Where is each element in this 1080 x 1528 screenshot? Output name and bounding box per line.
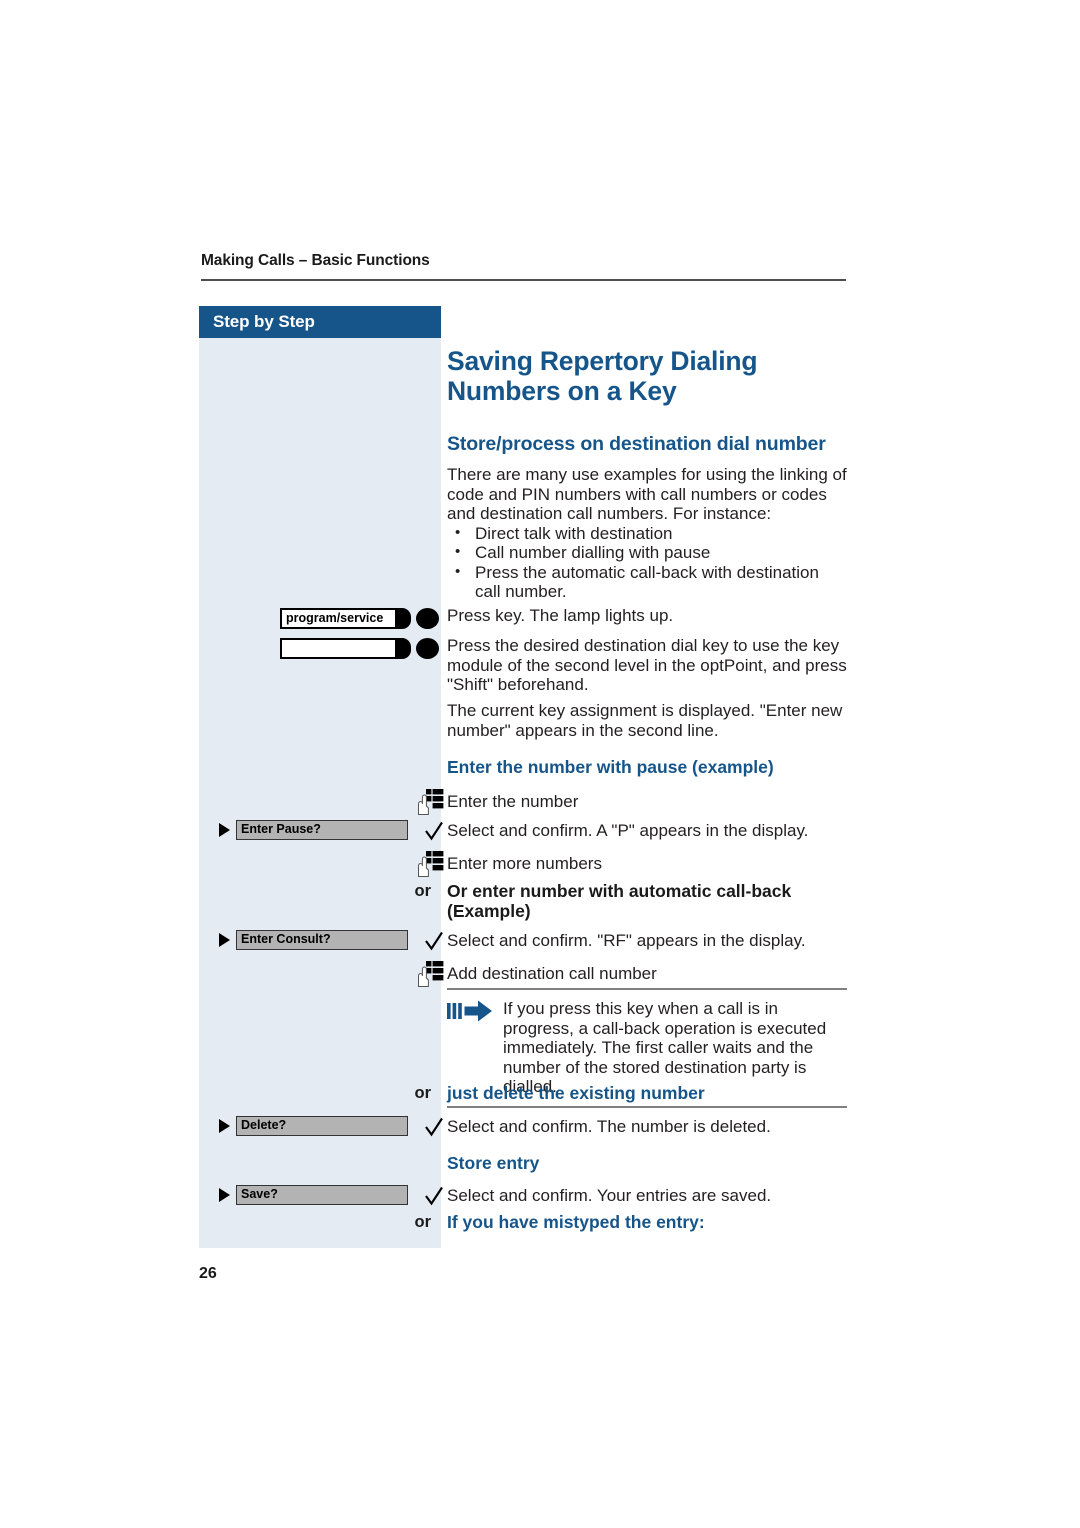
note-text: If you press this key when a call is in … bbox=[503, 999, 827, 1096]
intro-paragraph: There are many use examples for using th… bbox=[447, 465, 847, 523]
section-heading-text: Or enter number with automatic call-back… bbox=[447, 881, 792, 921]
note-bottom-rule bbox=[447, 1105, 847, 1108]
step-text: Select and confirm. Your entries are sav… bbox=[447, 1186, 772, 1205]
step-text: Press key. The lamp lights up. bbox=[447, 606, 674, 625]
keypad-hand-icon bbox=[415, 788, 445, 818]
page-number: 26 bbox=[199, 1265, 217, 1282]
step-text: Enter more numbers bbox=[447, 854, 602, 873]
keypad-hand-icon bbox=[415, 850, 445, 880]
list-item: Direct talk with destination bbox=[447, 523, 847, 544]
step-text: Press the desired destination dial key t… bbox=[447, 636, 847, 694]
key-tab-icon bbox=[395, 638, 411, 659]
triangle-right-icon bbox=[219, 823, 230, 837]
key-lamp-icon bbox=[416, 638, 439, 659]
list-item: Call number dialling with pause bbox=[447, 542, 847, 563]
step-icon-cell bbox=[395, 820, 445, 844]
step-by-step-header: Step by Step bbox=[199, 306, 441, 338]
keypad-hand-icon bbox=[415, 960, 445, 990]
step-text: Select and confirm. The number is delete… bbox=[447, 1117, 771, 1136]
note-arrow-icon bbox=[447, 998, 495, 1024]
section-heading-text: just delete the existing number bbox=[447, 1083, 705, 1103]
step-icon-cell bbox=[395, 960, 445, 990]
checkmark-icon[interactable] bbox=[423, 820, 445, 844]
menu-option-label: Save? bbox=[236, 1185, 408, 1205]
step-text: Enter the number bbox=[447, 792, 579, 811]
menu-option-label: Enter Consult? bbox=[236, 930, 408, 950]
step-icon-cell bbox=[395, 1185, 445, 1209]
checkmark-icon[interactable] bbox=[423, 930, 445, 954]
checkmark-icon[interactable] bbox=[423, 1185, 445, 1209]
header-divider bbox=[201, 279, 846, 281]
key-label-box: program/service bbox=[280, 608, 398, 629]
list-item: Press the automatic call-back with desti… bbox=[447, 562, 847, 602]
step-text: The current key assignment is displayed.… bbox=[447, 701, 843, 740]
step-text: Select and confirm. "RF" appears in the … bbox=[447, 931, 806, 950]
step-icon-cell bbox=[395, 850, 445, 880]
or-label: or bbox=[414, 1213, 432, 1231]
or-label: or bbox=[414, 882, 432, 900]
content-column: Saving Repertory Dialing Numbers on a Ke… bbox=[447, 338, 847, 602]
section-heading-text: Enter the number with pause (example) bbox=[447, 757, 774, 777]
page-title: Saving Repertory Dialing Numbers on a Ke… bbox=[447, 346, 758, 406]
checkmark-icon[interactable] bbox=[423, 1116, 445, 1140]
or-label: or bbox=[414, 1084, 432, 1102]
menu-option-label: Delete? bbox=[236, 1116, 408, 1136]
step-icon-cell bbox=[395, 930, 445, 954]
key-lamp-icon bbox=[416, 608, 439, 629]
step-text: Select and confirm. A "P" appears in the… bbox=[447, 821, 809, 840]
step-icon-cell bbox=[395, 1116, 445, 1140]
step-text: Add destination call number bbox=[447, 964, 657, 983]
menu-option-label: Enter Pause? bbox=[236, 820, 408, 840]
key-label-box bbox=[280, 638, 398, 659]
step-icon-cell bbox=[395, 788, 445, 818]
section-subtitle: Store/process on destination dial number bbox=[447, 433, 826, 455]
section-heading-text: If you have mistyped the entry: bbox=[447, 1212, 705, 1232]
document-page: Making Calls – Basic Functions Step by S… bbox=[0, 0, 1080, 1528]
running-head: Making Calls – Basic Functions bbox=[201, 252, 430, 269]
key-tab-icon bbox=[395, 608, 411, 629]
triangle-right-icon bbox=[219, 933, 230, 947]
triangle-right-icon bbox=[219, 1119, 230, 1133]
section-heading-text: Store entry bbox=[447, 1153, 540, 1173]
feature-bullet-list: Direct talk with destination Call number… bbox=[447, 523, 847, 602]
triangle-right-icon bbox=[219, 1188, 230, 1202]
